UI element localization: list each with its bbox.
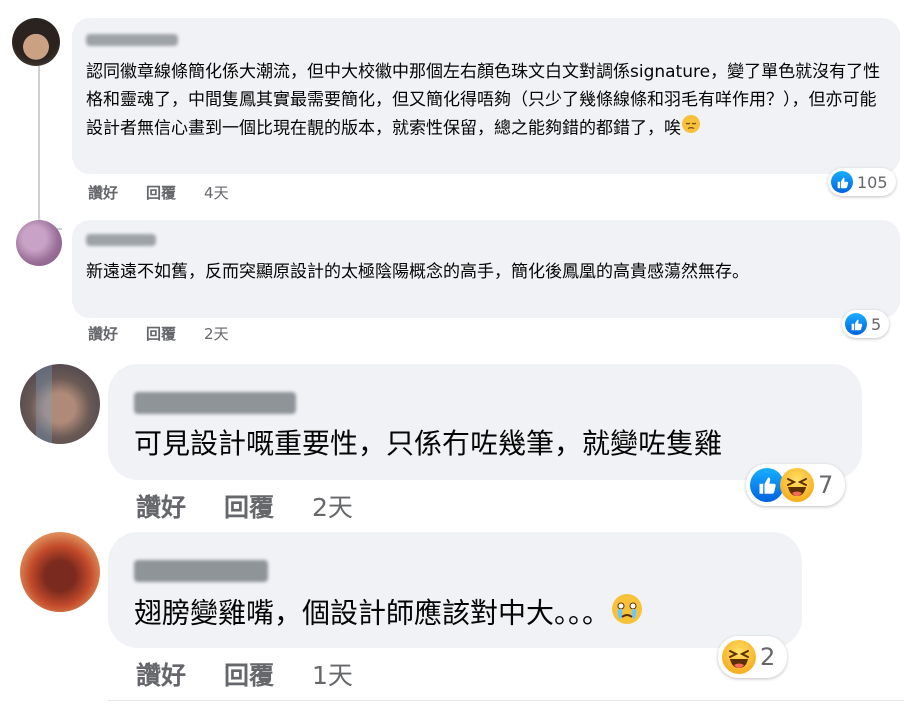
reaction-count: 5 — [871, 314, 882, 334]
avatar[interactable] — [20, 364, 100, 444]
comment-actions: 讚好 回覆 2天 — [88, 323, 229, 344]
comment-bubble: 新遠遠不如舊，反而突顯原設計的太極陰陽概念的高手，簡化後鳳凰的高貴感蕩然無存。 — [72, 220, 900, 318]
comment-text: 新遠遠不如舊，反而突顯原設計的太極陰陽概念的高手，簡化後鳳凰的高貴感蕩然無存。 — [86, 262, 749, 282]
comment-bubble: 可見設計嘅重要性，只係冇咗幾筆，就變咗隻雞 — [108, 364, 862, 480]
reaction-summary[interactable]: 5 — [842, 310, 890, 338]
haha-laughing-icon — [722, 640, 756, 674]
commenter-name-blurred[interactable] — [86, 34, 178, 46]
like-action-button[interactable]: 讚好 — [136, 488, 186, 524]
avatar[interactable] — [12, 18, 60, 66]
pensive-face-emoji-icon — [681, 114, 701, 143]
reply-action-button[interactable]: 回覆 — [224, 488, 274, 524]
comment-timestamp[interactable]: 1天 — [312, 656, 353, 692]
reply-action-button[interactable]: 回覆 — [146, 182, 176, 203]
comment-text: 可見設計嘅重要性，只係冇咗幾筆，就變咗隻雞 — [134, 427, 723, 460]
comment-timestamp[interactable]: 2天 — [312, 488, 353, 524]
avatar[interactable] — [20, 532, 100, 612]
commenter-name-blurred[interactable] — [86, 234, 156, 246]
commenter-name-blurred[interactable] — [134, 392, 296, 414]
reaction-summary[interactable]: 105 — [828, 168, 896, 196]
crying-face-emoji-icon — [610, 592, 644, 637]
thread-connector-line — [38, 66, 40, 226]
like-action-button[interactable]: 讚好 — [88, 182, 118, 203]
comment-bubble: 翅膀變雞嘴，個設計師應該對中大。。。 — [108, 532, 802, 648]
comment-timestamp[interactable]: 4天 — [204, 182, 229, 203]
comment-text: 翅膀變雞嘴，個設計師應該對中大。。。 — [134, 596, 611, 630]
haha-laughing-icon — [780, 468, 814, 502]
like-action-button[interactable]: 讚好 — [88, 323, 118, 344]
reaction-count: 105 — [857, 172, 888, 192]
reaction-summary[interactable]: 2 — [718, 636, 788, 678]
avatar[interactable] — [16, 220, 62, 266]
reaction-count: 2 — [760, 643, 776, 671]
reaction-count: 7 — [818, 471, 834, 499]
comment-actions: 讚好 回覆 4天 — [88, 182, 229, 203]
comment-text: 認同徽章線條簡化係大潮流，但中大校徽中那個左右顏色珠文白文對調係signatur… — [86, 62, 881, 139]
reply-action-button[interactable]: 回覆 — [146, 323, 176, 344]
comment-bubble: 認同徽章線條簡化係大潮流，但中大校徽中那個左右顏色珠文白文對調係signatur… — [72, 18, 900, 174]
comment-actions: 讚好 回覆 1天 — [136, 656, 353, 692]
divider — [108, 700, 904, 701]
commenter-name-blurred[interactable] — [134, 560, 268, 582]
like-action-button[interactable]: 讚好 — [136, 656, 186, 692]
like-thumbs-up-icon — [750, 468, 784, 502]
comment-actions: 讚好 回覆 2天 — [136, 488, 353, 524]
reaction-summary[interactable]: 7 — [746, 464, 846, 506]
like-thumbs-up-icon — [845, 313, 867, 335]
reply-action-button[interactable]: 回覆 — [224, 656, 274, 692]
like-thumbs-up-icon — [831, 171, 853, 193]
comment-timestamp[interactable]: 2天 — [204, 323, 229, 344]
